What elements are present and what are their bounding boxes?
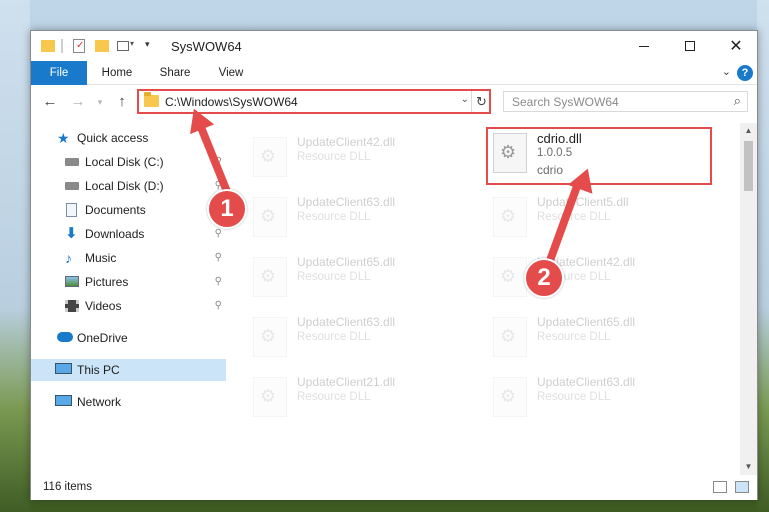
sidebar-item-this-pc[interactable]: This PC	[31, 359, 226, 381]
customize-toolbar-chevron-icon[interactable]: ▾	[145, 39, 155, 57]
scroll-up-arrow-icon[interactable]: ▲	[740, 123, 757, 139]
forward-arrow-icon[interactable]: →	[69, 92, 87, 112]
close-button[interactable]: ✕	[713, 31, 759, 61]
search-icon: ⌕	[733, 93, 741, 108]
ribbon-tabs: File Home Share View ⌄ ?	[31, 61, 757, 85]
new-folder-icon[interactable]	[95, 37, 109, 55]
dll-file-icon	[493, 197, 527, 237]
file-tile[interactable]: UpdateClient65.dll Resource DLL	[253, 251, 483, 307]
recent-locations-chevron-icon[interactable]: ▾	[91, 92, 109, 112]
pictures-icon	[65, 276, 79, 287]
up-arrow-icon[interactable]: ↑	[113, 92, 131, 112]
cdrio-highlight-box	[486, 127, 712, 185]
sidebar-item-local-disk-c[interactable]: Local Disk (C:) ⚲	[31, 151, 226, 173]
dll-file-icon	[493, 317, 527, 357]
desktop-background-left	[0, 0, 30, 512]
rename-icon[interactable]: ▾	[117, 37, 135, 55]
large-icons-view-icon[interactable]	[735, 481, 749, 493]
status-bar: 116 items	[31, 475, 757, 500]
window-title: SysWOW64	[171, 39, 242, 54]
sidebar-item-downloads[interactable]: ⬇ Downloads ⚲	[31, 223, 226, 245]
address-path: C:\Windows\SysWOW64	[165, 95, 298, 109]
file-tile[interactable]: UpdateClient21.dll Resource DLL	[253, 371, 483, 427]
item-count: 116 items	[43, 481, 93, 493]
file-tile[interactable]: UpdateClient63.dll Resource DLL	[493, 371, 723, 427]
star-icon: ★	[57, 130, 70, 146]
cloud-icon	[57, 332, 73, 342]
computer-icon	[55, 363, 72, 374]
tab-file[interactable]: File	[31, 61, 87, 85]
drive-icon	[65, 158, 79, 166]
dll-file-icon	[253, 257, 287, 297]
sidebar-item-videos[interactable]: Videos ⚲	[31, 295, 226, 317]
dll-file-icon	[253, 377, 287, 417]
folder-icon	[144, 92, 159, 107]
dll-file-icon	[493, 257, 527, 297]
sidebar-item-local-disk-d[interactable]: Local Disk (D:) ⚲	[31, 175, 226, 197]
folder-icon	[41, 37, 55, 55]
tab-share[interactable]: Share	[151, 61, 199, 85]
sidebar-item-onedrive[interactable]: OneDrive	[31, 327, 226, 349]
sidebar-item-documents[interactable]: Documents ⚲	[31, 199, 226, 221]
dll-file-icon	[493, 377, 527, 417]
minimize-button[interactable]	[621, 31, 667, 61]
back-arrow-icon[interactable]: ←	[41, 92, 59, 112]
pin-icon[interactable]: ⚲	[215, 295, 222, 317]
sidebar-item-music[interactable]: ♪ Music ⚲	[31, 247, 226, 269]
refresh-icon[interactable]: ↻	[471, 91, 491, 112]
close-icon: ✕	[729, 38, 743, 55]
expand-ribbon-chevron-icon[interactable]: ⌄	[722, 65, 731, 78]
pin-icon[interactable]: ⚲	[215, 271, 222, 293]
tab-home[interactable]: Home	[93, 61, 141, 85]
file-tile[interactable]: UpdateClient65.dll Resource DLL	[493, 311, 723, 367]
step-badge-1: 1	[207, 189, 247, 229]
maximize-button[interactable]	[667, 31, 713, 61]
navigation-pane: ★ Quick access Local Disk (C:) ⚲ Local D…	[31, 123, 226, 475]
maximize-icon	[685, 41, 695, 51]
dll-file-icon	[253, 137, 287, 177]
title-bar: ✓ ▾ ▾ SysWOW64 ✕	[31, 31, 757, 61]
search-placeholder: Search SysWOW64	[512, 95, 619, 109]
scrollbar-thumb[interactable]	[744, 141, 753, 191]
sidebar-item-pictures[interactable]: Pictures ⚲	[31, 271, 226, 293]
network-icon	[55, 395, 72, 406]
help-icon[interactable]: ?	[737, 65, 753, 81]
minimize-icon	[639, 45, 649, 47]
file-tile[interactable]: UpdateClient5.dll Resource DLL	[493, 191, 723, 247]
properties-icon[interactable]: ✓	[73, 37, 87, 55]
document-icon	[66, 203, 77, 217]
sidebar-item-network[interactable]: Network	[31, 391, 226, 413]
dll-file-icon	[253, 317, 287, 357]
step-badge-2: 2	[524, 258, 564, 298]
vertical-scrollbar[interactable]: ▲ ▼	[740, 123, 757, 475]
search-box[interactable]: Search SysWOW64 ⌕	[503, 91, 748, 112]
music-icon: ♪	[65, 250, 72, 266]
details-view-icon[interactable]	[713, 481, 727, 493]
dll-file-icon	[253, 197, 287, 237]
scroll-down-arrow-icon[interactable]: ▼	[740, 459, 757, 475]
address-dropdown-chevron-icon[interactable]: ⌄	[461, 94, 469, 105]
pin-icon[interactable]: ⚲	[215, 247, 222, 269]
file-tile[interactable]: UpdateClient63.dll Resource DLL	[253, 311, 483, 367]
tab-view[interactable]: View	[207, 61, 255, 85]
file-list: UpdateClient42.dll Resource DLL UpdateCl…	[227, 123, 741, 475]
desktop-background-right	[757, 0, 769, 512]
drive-icon	[65, 182, 79, 190]
download-icon: ⬇	[65, 225, 78, 242]
file-tile[interactable]: UpdateClient63.dll Resource DLL	[253, 191, 483, 247]
navigation-bar: ← → ▾ ↑ C:\Windows\SysWOW64 ⌄ ↻ Search S…	[31, 86, 757, 118]
toolbar-divider	[61, 39, 63, 53]
file-explorer-window: ✓ ▾ ▾ SysWOW64 ✕ File Home Share View ⌄ …	[30, 30, 758, 500]
file-tile[interactable]: UpdateClient42.dll Resource DLL	[253, 131, 483, 187]
video-icon	[65, 300, 79, 312]
